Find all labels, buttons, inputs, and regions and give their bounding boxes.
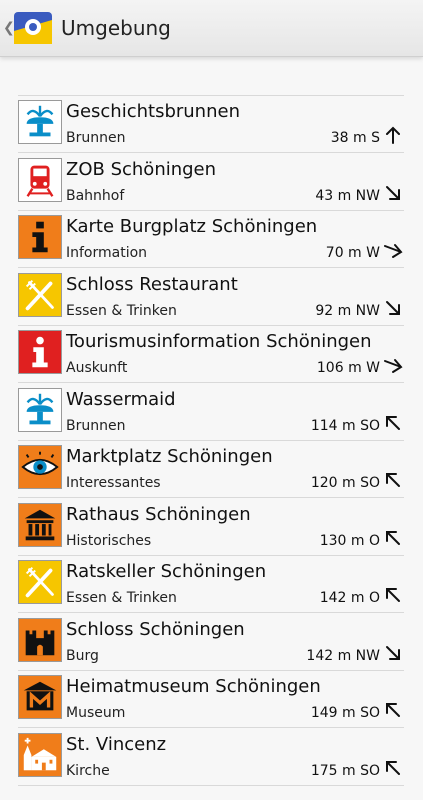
poi-name: St. Vincenz — [66, 733, 167, 755]
poi-distance: 120 m SO — [310, 475, 380, 491]
poi-distance: 149 m SO — [310, 705, 380, 721]
restaurant-icon — [18, 272, 62, 317]
poi-category: Auskunft — [66, 360, 128, 376]
poi-category: Essen & Trinken — [66, 590, 177, 606]
list-item[interactable]: ZOB Schöningen Bahnhof 43 m NW — [18, 154, 404, 211]
poi-name: Rathaus Schöningen — [66, 503, 251, 525]
poi-name: Ratskeller Schöningen — [66, 561, 267, 582]
fountain-icon — [18, 100, 62, 144]
poi-category: Interessantes — [66, 475, 161, 491]
direction-arrow-icon — [383, 298, 403, 318]
direction-arrow-icon — [383, 240, 403, 260]
list-item[interactable]: Geschichtsbrunnen Brunnen 38 m S — [18, 96, 404, 153]
poi-distance: 175 m SO — [310, 762, 380, 779]
screen-title: Umgebung — [61, 16, 171, 40]
list-item[interactable]: Tourismusinformation Schöningen Auskunft 1… — [18, 326, 404, 383]
list-item[interactable]: Marktplatz Schöningen Interessantes 120 m … — [18, 441, 404, 498]
list-item[interactable]: Rathaus Schöningen Historisches 130 m O — [18, 499, 404, 556]
poi-category: Brunnen — [66, 417, 126, 434]
poi-distance: 70 m W — [325, 245, 380, 261]
direction-arrow-icon — [383, 125, 403, 145]
train-icon — [18, 157, 62, 202]
poi-category: Brunnen — [66, 130, 126, 146]
list-item[interactable]: St. Vincenz Kirche 175 m SO — [18, 729, 404, 786]
restaurant-icon — [18, 560, 62, 604]
direction-arrow-icon — [383, 355, 403, 375]
poi-name: Geschichtsbrunnen — [66, 101, 240, 122]
direction-arrow-icon — [383, 183, 403, 203]
poi-name: Karte Burgplatz Schöningen — [66, 216, 318, 237]
poi-distance: 114 m SO — [310, 417, 380, 434]
church-icon — [18, 732, 62, 777]
list-item[interactable]: Schloss Schöningen Burg 142 m NW — [18, 614, 404, 671]
eye-icon — [18, 445, 62, 489]
direction-arrow-icon — [383, 470, 403, 490]
poi-category: Essen & Trinken — [66, 302, 177, 319]
direction-arrow-icon — [383, 528, 403, 548]
castle-icon — [18, 617, 62, 662]
poi-distance: 142 m NW — [306, 647, 380, 664]
poi-distance: 106 m W — [316, 360, 380, 376]
list-item[interactable]: Ratskeller Schöningen Essen & Trinken 142 … — [18, 556, 404, 613]
poi-name: ZOB Schöningen — [66, 158, 217, 180]
poi-name: Schloss Schöningen — [66, 618, 245, 640]
back-chevron-icon[interactable]: ❮ — [3, 20, 15, 36]
poi-category: Museum — [66, 705, 126, 721]
list-item[interactable]: Schloss Restaurant Essen & Trinken 92 m NW — [18, 269, 404, 326]
info-icon — [18, 215, 62, 259]
direction-arrow-icon — [383, 700, 403, 720]
historic-building-icon — [18, 502, 62, 547]
direction-arrow-icon — [383, 643, 403, 663]
poi-distance: 92 m NW — [315, 302, 380, 319]
museum-icon — [18, 675, 62, 719]
poi-name: Marktplatz Schöningen — [66, 446, 273, 467]
poi-name: Wassermaid — [66, 388, 176, 410]
fountain-icon — [18, 387, 62, 432]
poi-list: Geschichtsbrunnen Brunnen 38 m S ZOB Schöni… — [18, 95, 404, 786]
list-item[interactable]: Karte Burgplatz Schöningen Information 70 … — [18, 211, 404, 268]
direction-arrow-icon — [383, 413, 403, 433]
direction-arrow-icon — [383, 585, 403, 605]
list-item[interactable]: Wassermaid Brunnen 114 m SO — [18, 384, 404, 441]
app-logo-icon[interactable] — [13, 11, 53, 45]
list-item[interactable]: Heimatmuseum Schöningen Museum 149 m SO — [18, 671, 404, 728]
poi-distance: 130 m O — [319, 532, 380, 549]
poi-name: Tourismusinformation Schöningen — [66, 331, 372, 352]
poi-category: Burg — [66, 647, 99, 664]
action-bar: ❮ Umgebung — [0, 0, 423, 57]
tourist-info-icon — [18, 330, 62, 374]
direction-arrow-icon — [383, 758, 403, 778]
poi-distance: 43 m NW — [315, 187, 380, 204]
poi-category: Kirche — [66, 762, 110, 779]
poi-category: Historisches — [66, 532, 152, 549]
poi-name: Schloss Restaurant — [66, 273, 238, 295]
poi-distance: 142 m O — [319, 590, 380, 606]
poi-category: Bahnhof — [66, 187, 125, 204]
poi-name: Heimatmuseum Schöningen — [66, 676, 321, 697]
poi-distance: 38 m S — [330, 130, 380, 146]
poi-category: Information — [66, 245, 148, 261]
